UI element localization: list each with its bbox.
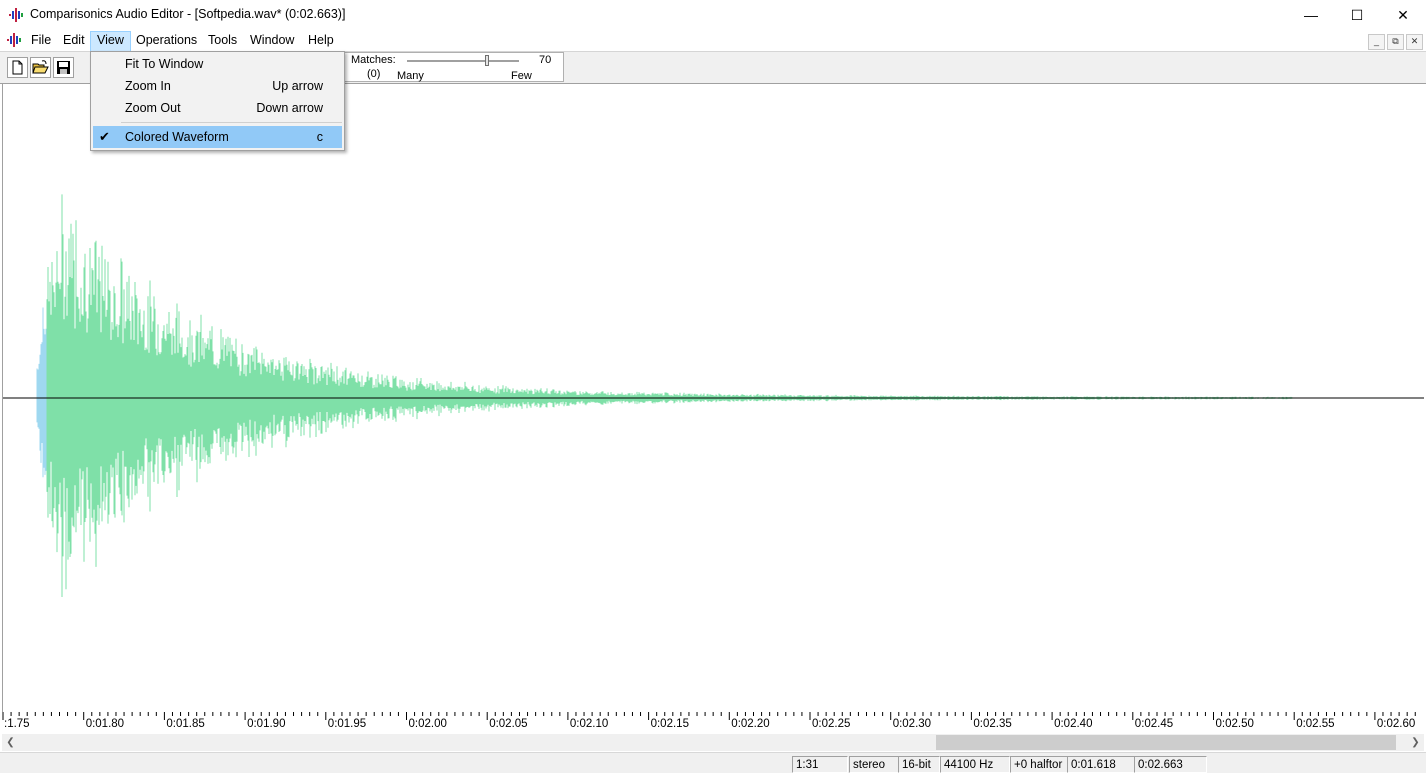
matches-panel: Matches: 70 (0) Many Few (342, 52, 564, 82)
menu-item-shortcut: Up arrow (272, 79, 323, 93)
scroll-right-icon[interactable]: ❯ (1407, 734, 1424, 751)
status-pitch: +0 halftor (1010, 756, 1068, 773)
menu-operations[interactable]: Operations (130, 31, 203, 50)
document-restore-button[interactable]: ⧉ (1387, 34, 1404, 50)
menu-item-colored-waveform[interactable]: ✔ Colored Waveform c (93, 126, 342, 148)
matches-value: 70 (539, 54, 552, 66)
menu-tools[interactable]: Tools (202, 31, 243, 50)
status-bar: 1:31 stereo 16-bit 44100 Hz +0 halftor 0… (0, 752, 1426, 773)
matches-label: Matches: (351, 54, 396, 66)
ruler-label: 0:02.55 (1296, 718, 1334, 730)
status-channels: stereo (849, 756, 899, 773)
matches-slider[interactable] (407, 60, 519, 63)
ruler-label: 0:02.15 (651, 718, 689, 730)
new-file-button[interactable] (7, 57, 28, 78)
menu-file[interactable]: File (25, 31, 57, 50)
menu-item-label: Zoom Out (125, 101, 181, 115)
close-button[interactable]: ✕ (1380, 0, 1426, 30)
menu-item-label: Fit To Window (125, 57, 204, 71)
menu-edit[interactable]: Edit (57, 31, 91, 50)
window-title: Comparisonics Audio Editor - [Softpedia.… (30, 7, 346, 21)
matches-slider-thumb[interactable] (485, 55, 489, 66)
waveform-display[interactable] (3, 84, 1424, 712)
title-bar: Comparisonics Audio Editor - [Softpedia.… (0, 0, 1426, 30)
ruler-label: 0:02.50 (1216, 718, 1254, 730)
save-file-button[interactable] (53, 57, 74, 78)
waveform-view[interactable] (2, 84, 1424, 712)
save-disk-icon (57, 61, 70, 74)
time-ruler-ticks: :1.75 0:01.80 0:01.85 0:01.90 0:01.95 0:02.00… (2, 712, 1416, 730)
menu-item-label: Zoom In (125, 79, 171, 93)
matches-many-label: Many (397, 70, 424, 82)
ruler-label: :1.75 (4, 718, 30, 730)
ruler-label: 0:01.95 (328, 718, 366, 730)
time-ruler: :1.75 0:01.80 0:01.85 0:01.90 0:01.95 0:02.00… (2, 712, 1424, 734)
horizontal-scrollbar[interactable]: ❮ ❯ (2, 734, 1424, 751)
ruler-label: 0:02.00 (409, 718, 447, 730)
scroll-left-icon[interactable]: ❮ (2, 734, 19, 751)
new-file-icon (12, 60, 23, 75)
maximize-button[interactable]: ☐ (1334, 0, 1380, 30)
menu-item-shortcut: c (316, 130, 323, 144)
ruler-label: 0:02.05 (489, 718, 527, 730)
scrollbar-thumb[interactable] (936, 735, 1396, 750)
menu-item-shortcut: Down arrow (256, 101, 323, 115)
menu-item-label: Colored Waveform (125, 130, 229, 144)
ruler-label: 0:02.30 (893, 718, 931, 730)
matches-few-label: Few (511, 70, 532, 82)
document-minimize-button[interactable]: _ (1368, 34, 1385, 50)
document-menu-icon[interactable] (7, 33, 21, 47)
status-position: 0:01.618 (1067, 756, 1135, 773)
menu-help[interactable]: Help (302, 31, 340, 50)
menu-item-zoom-out[interactable]: Zoom Out Down arrow (93, 97, 342, 119)
menu-window[interactable]: Window (244, 31, 300, 50)
status-rate: 44100 Hz (940, 756, 1010, 773)
menu-item-zoom-in[interactable]: Zoom In Up arrow (93, 75, 342, 97)
ruler-label: 0:02.40 (1054, 718, 1092, 730)
ruler-label: 0:02.10 (570, 718, 608, 730)
ruler-label: 0:02.35 (973, 718, 1011, 730)
menu-view[interactable]: View (90, 31, 131, 52)
ruler-label: 0:02.20 (731, 718, 769, 730)
app-logo-icon (9, 8, 23, 22)
menu-separator (121, 122, 342, 123)
status-zoom: 1:31 (792, 756, 848, 773)
ruler-label: 0:01.80 (86, 718, 124, 730)
ruler-label: 0:01.90 (247, 718, 285, 730)
document-close-button[interactable]: ✕ (1406, 34, 1423, 50)
view-menu-dropdown: Fit To Window Zoom In Up arrow Zoom Out … (90, 51, 345, 151)
waveform-onset-trace (36, 307, 47, 478)
menu-item-fit-to-window[interactable]: Fit To Window (93, 53, 342, 75)
matches-count: (0) (367, 68, 381, 80)
ruler-label: 0:02.25 (812, 718, 850, 730)
checkmark-icon: ✔ (99, 129, 110, 144)
waveform-trace (46, 194, 1293, 597)
open-folder-icon (32, 60, 49, 74)
minimize-button[interactable]: — (1288, 0, 1334, 30)
ruler-label: 0:02.45 (1135, 718, 1173, 730)
status-bits: 16-bit (898, 756, 940, 773)
ruler-label: 0:01.85 (166, 718, 204, 730)
ruler-label: 0:02.60 (1377, 718, 1415, 730)
open-file-button[interactable] (30, 57, 51, 78)
status-length: 0:02.663 (1134, 756, 1207, 773)
